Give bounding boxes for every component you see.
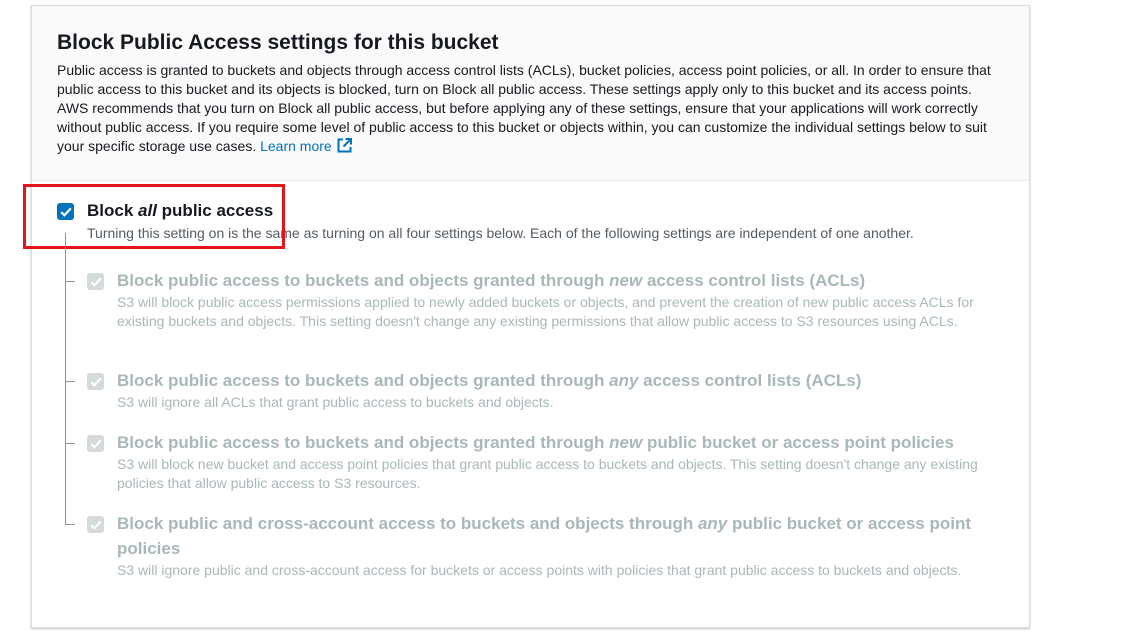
tree-connector-line xyxy=(65,233,66,525)
option-acl-new-title[interactable]: Block public access to buckets and objec… xyxy=(117,268,997,293)
option-title-prefix: Block public access to buckets and objec… xyxy=(117,371,610,390)
tree-branch xyxy=(65,443,75,444)
checkmark-icon xyxy=(89,439,102,449)
block-all-checkbox[interactable] xyxy=(57,203,74,220)
section-description-text: Public access is granted to buckets and … xyxy=(57,62,991,154)
block-all-label[interactable]: Block all public access xyxy=(87,201,273,221)
learn-more-label: Learn more xyxy=(260,138,332,154)
option-acl-any-title[interactable]: Block public access to buckets and objec… xyxy=(117,368,997,393)
checkmark-icon xyxy=(89,377,102,387)
option-title-prefix: Block public and cross-account access to… xyxy=(117,514,698,533)
option-title-prefix: Block public access to buckets and objec… xyxy=(117,271,610,290)
checkmark-icon xyxy=(59,207,72,217)
tree-branch xyxy=(65,381,75,382)
option-title-prefix: Block public access to buckets and objec… xyxy=(117,433,610,452)
learn-more-link[interactable]: Learn more xyxy=(260,138,353,154)
option-acl-new-checkbox[interactable] xyxy=(87,273,104,290)
tree-branch xyxy=(65,524,75,525)
block-all-label-emphasis: all xyxy=(138,201,157,220)
option-title-suffix: access control lists (ACLs) xyxy=(642,271,866,290)
option-policy-any-checkbox[interactable] xyxy=(87,516,104,533)
panel-header: Block Public Access settings for this bu… xyxy=(32,6,1029,181)
block-public-access-panel: Block Public Access settings for this bu… xyxy=(23,5,1030,628)
block-all-label-suffix: public access xyxy=(156,201,274,220)
external-link-icon xyxy=(336,137,353,159)
option-acl-any-description: S3 will ignore all ACLs that grant publi… xyxy=(117,394,554,410)
option-policy-any-description: S3 will ignore public and cross-account … xyxy=(117,562,962,578)
block-all-description: Turning this setting on is the same as t… xyxy=(87,225,914,241)
section-title: Block Public Access settings for this bu… xyxy=(57,31,499,54)
option-policy-new-description: S3 will block new bucket and access poin… xyxy=(117,456,978,491)
section-description: Public access is granted to buckets and … xyxy=(57,61,997,159)
option-title-emphasis: new xyxy=(609,433,643,452)
checkmark-icon xyxy=(89,277,102,287)
checkmark-icon xyxy=(89,520,102,530)
option-policy-any-title[interactable]: Block public and cross-account access to… xyxy=(117,511,997,561)
option-title-suffix: public bucket or access point policies xyxy=(642,433,954,452)
block-all-label-prefix: Block xyxy=(87,201,139,220)
option-title-emphasis: any xyxy=(697,514,728,533)
option-policy-new-title[interactable]: Block public access to buckets and objec… xyxy=(117,430,997,455)
option-title-suffix: access control lists (ACLs) xyxy=(638,371,862,390)
option-acl-new-description: S3 will block public access permissions … xyxy=(117,294,974,329)
option-policy-new-checkbox[interactable] xyxy=(87,435,104,452)
tree-branch xyxy=(65,281,75,282)
option-acl-any-checkbox[interactable] xyxy=(87,373,104,390)
option-title-emphasis: new xyxy=(609,271,643,290)
option-title-emphasis: any xyxy=(609,371,639,390)
